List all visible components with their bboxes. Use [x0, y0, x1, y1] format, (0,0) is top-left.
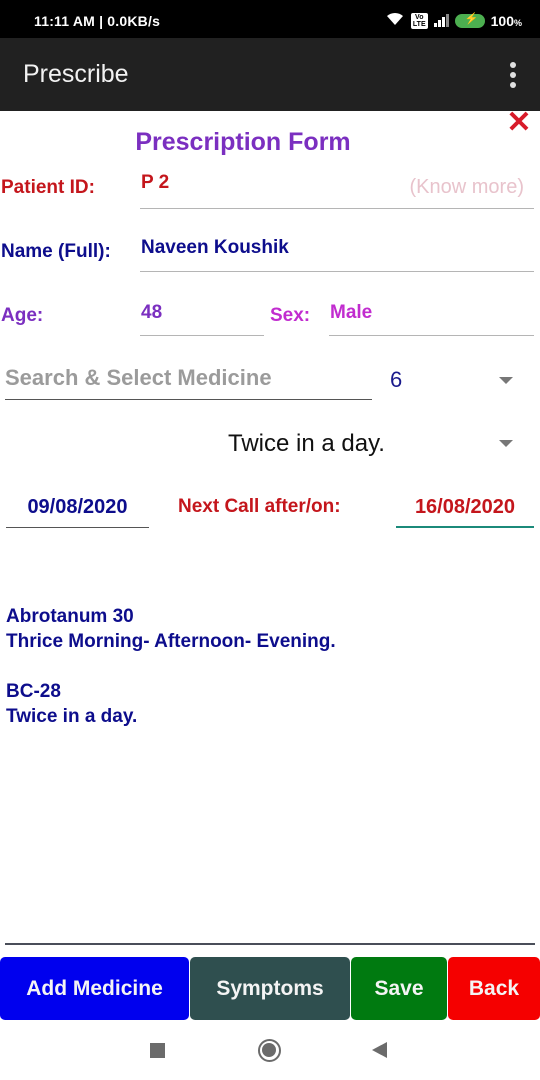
age-label: Age:: [1, 305, 44, 326]
quantity-value: 6: [390, 367, 403, 392]
status-time: 11:11 AM | 0.0KB/s: [34, 13, 161, 29]
sex-label: Sex:: [270, 305, 311, 326]
chevron-down-icon: [499, 377, 513, 384]
add-medicine-button[interactable]: Add Medicine: [0, 957, 189, 1020]
symptoms-button[interactable]: Symptoms: [190, 957, 350, 1020]
next-call-label: Next Call after/on:: [178, 496, 341, 517]
list-item: BC-28 Twice in a day.: [6, 679, 526, 729]
back-icon[interactable]: [372, 1042, 387, 1058]
patient-id-field[interactable]: P 2 (Know more): [140, 172, 534, 209]
medicine-name: Abrotanum 30: [6, 606, 134, 627]
prescribed-medicine-list: Abrotanum 30 Thrice Morning- Afternoon- …: [6, 604, 526, 754]
next-call-date-field[interactable]: 16/08/2020: [396, 494, 534, 528]
name-field[interactable]: Naveen Koushik: [140, 237, 534, 272]
app-bar: Prescribe: [0, 38, 540, 111]
back-button[interactable]: Back: [448, 957, 540, 1020]
signal-icon: [433, 14, 449, 27]
status-bar: 11:11 AM | 0.0KB/s VoLTE 100%: [0, 0, 540, 38]
home-icon[interactable]: [258, 1039, 281, 1062]
medicine-dosage: Thrice Morning- Afternoon- Evening.: [6, 631, 336, 652]
recent-apps-icon[interactable]: [150, 1043, 165, 1058]
page-title: Prescription Form: [135, 128, 351, 156]
wifi-icon: [385, 11, 405, 30]
name-label: Name (Full):: [1, 241, 111, 262]
prescription-date-field[interactable]: 09/08/2020: [6, 494, 149, 528]
status-icons: VoLTE 100%: [385, 11, 522, 30]
volte-icon: Vo LTE: [410, 12, 428, 29]
know-more-link[interactable]: (Know more): [410, 176, 524, 199]
patient-id-value: P 2: [141, 172, 170, 193]
medicine-name: BC-28: [6, 681, 61, 702]
quantity-dropdown[interactable]: 6: [380, 362, 530, 398]
sex-field[interactable]: Male: [329, 302, 534, 336]
list-item: Abrotanum 30 Thrice Morning- Afternoon- …: [6, 604, 526, 654]
age-field[interactable]: 48: [140, 302, 264, 336]
divider: [5, 943, 535, 945]
save-button[interactable]: Save: [351, 957, 447, 1020]
close-icon[interactable]: ✕: [502, 108, 536, 138]
dosage-dropdown[interactable]: Twice in a day.: [220, 424, 530, 464]
medicine-search-input[interactable]: Search & Select Medicine: [5, 362, 372, 400]
more-vert-icon[interactable]: [508, 62, 518, 88]
medicine-dosage: Twice in a day.: [6, 706, 138, 727]
battery-level: 100%: [490, 12, 522, 29]
battery-icon: [454, 12, 485, 28]
dosage-value: Twice in a day.: [228, 430, 385, 457]
app-title: Prescribe: [23, 60, 129, 88]
system-nav-bar: [0, 1020, 540, 1080]
chevron-down-icon: [499, 440, 513, 447]
patient-id-label: Patient ID:: [1, 177, 95, 198]
